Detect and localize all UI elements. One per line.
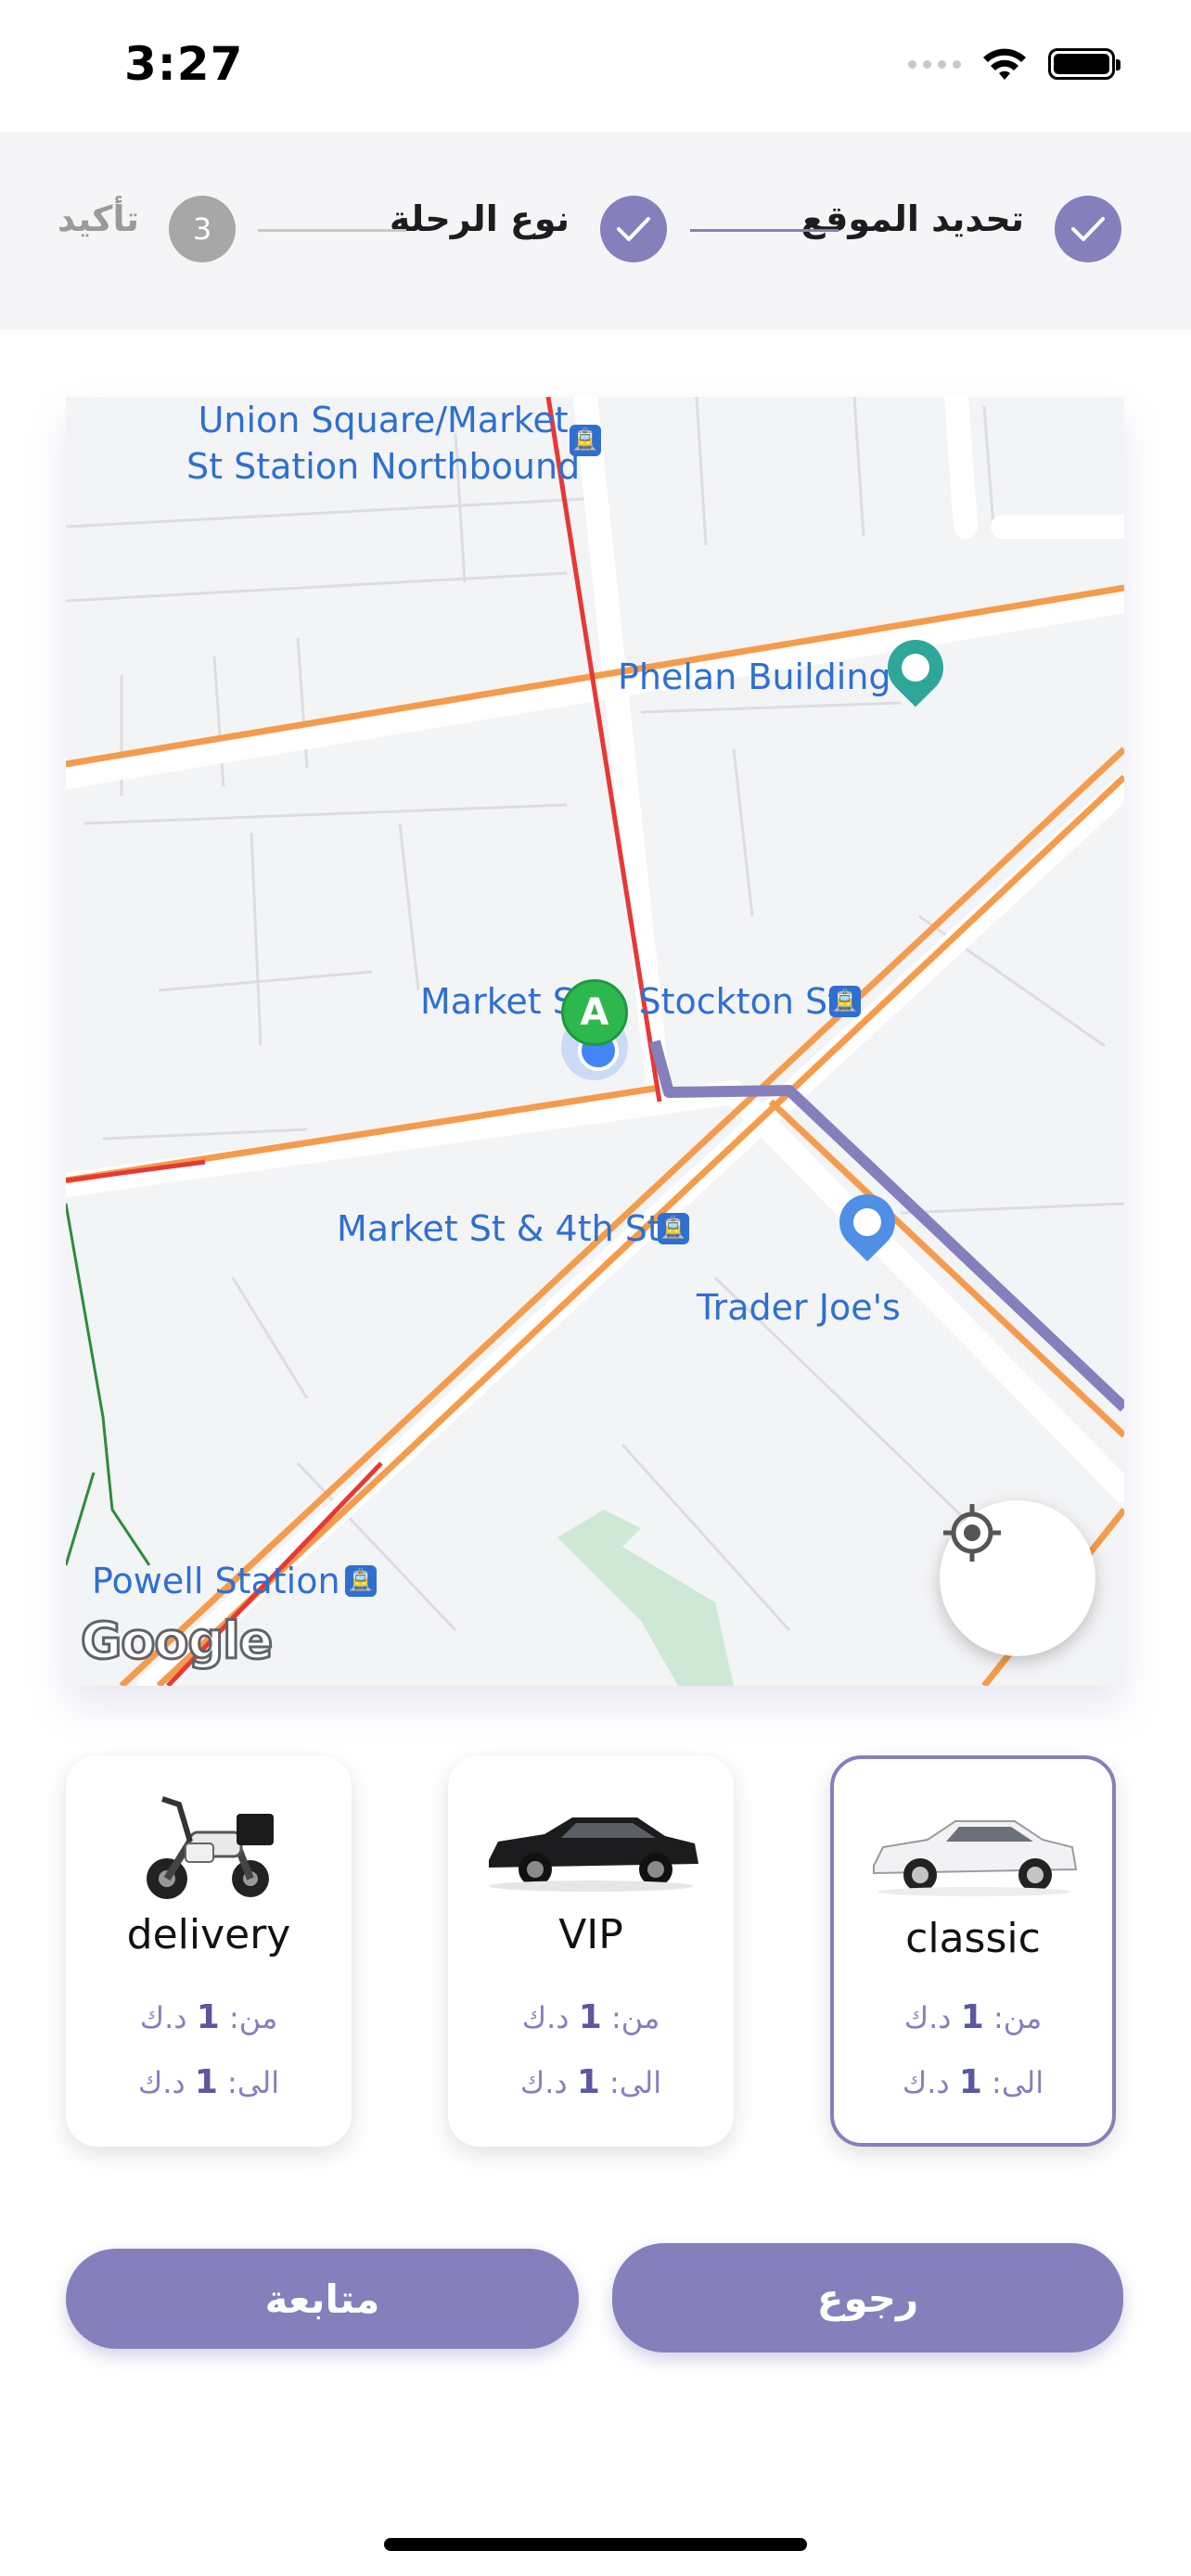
map-label-union-square: Union Square/Market St Station Northboun…	[186, 400, 581, 487]
vehicle-card-delivery[interactable]: delivery من: 1 د.ك الى: 1 د.ك	[66, 1755, 352, 2147]
vehicle-price-from: من: 1 د.ك	[521, 1998, 660, 2036]
status-bar: 3:27	[0, 0, 1191, 132]
step-1-check-icon	[1055, 196, 1121, 262]
map-label-phelan: Phelan Building	[618, 657, 891, 697]
google-logo: Google	[79, 1611, 274, 1672]
step-3-label: تأكيد	[57, 198, 139, 239]
vehicle-price-from: من: 1 د.ك	[903, 1998, 1043, 2036]
luxury-car-icon	[448, 1781, 734, 1911]
map-label-powell: Powell Station	[92, 1561, 340, 1601]
vehicle-card-classic[interactable]: classic من: 1 د.ك الى: 1 د.ك	[830, 1755, 1116, 2147]
crosshair-icon	[943, 1504, 1001, 1562]
vehicle-name: classic	[905, 1915, 1041, 1962]
locate-me-button[interactable]	[940, 1500, 1095, 1656]
step-1-label: تحديد الموقع	[800, 198, 1025, 239]
sedan-car-icon	[834, 1785, 1112, 1915]
scooter-icon	[66, 1781, 352, 1911]
transit-icon: 🚊	[345, 1565, 377, 1597]
vehicle-name: VIP	[558, 1911, 623, 1958]
step-2-check-icon	[600, 196, 667, 262]
pickup-marker[interactable]: A	[561, 979, 628, 1046]
vehicle-name: delivery	[126, 1911, 291, 1958]
map-label-trader-joes: Trader Joe's	[697, 1287, 901, 1328]
map-label-market-stockton: Market St & Stockton St	[420, 981, 842, 1022]
map-label-market-4th: Market St & 4th St	[337, 1208, 661, 1249]
vehicle-price-to: الى: 1 د.ك	[902, 2063, 1044, 2101]
park-area	[557, 1510, 734, 1686]
transit-icon: 🚊	[658, 1213, 689, 1244]
continue-button[interactable]: متابعة	[66, 2249, 579, 2349]
step-3-number: 3	[169, 196, 236, 262]
step-connector-2	[258, 229, 406, 232]
transit-icon: 🚊	[829, 986, 861, 1017]
transit-icon: 🚊	[570, 425, 601, 456]
battery-icon	[1048, 48, 1121, 80]
vehicle-price-to: الى: 1 د.ك	[519, 2063, 662, 2101]
status-icons	[908, 46, 1121, 82]
cellular-signal-icon	[908, 59, 961, 69]
step-connector-1	[690, 229, 839, 232]
back-button[interactable]: رجوع	[612, 2243, 1123, 2353]
vehicle-price-to: الى: 1 د.ك	[137, 2063, 280, 2101]
vehicle-price-from: من: 1 د.ك	[139, 1998, 278, 2036]
step-2-label: نوع الرحلة	[389, 198, 570, 239]
status-time: 3:27	[124, 37, 244, 91]
vehicle-card-vip[interactable]: VIP من: 1 د.ك الى: 1 د.ك	[448, 1755, 734, 2147]
wifi-icon	[983, 48, 1026, 80]
map-view[interactable]: Union Square/Market St Station Northboun…	[66, 397, 1124, 1686]
home-indicator[interactable]	[384, 2538, 807, 2551]
progress-stepper: تحديد الموقع نوع الرحلة 3 تأكيد	[0, 132, 1191, 330]
